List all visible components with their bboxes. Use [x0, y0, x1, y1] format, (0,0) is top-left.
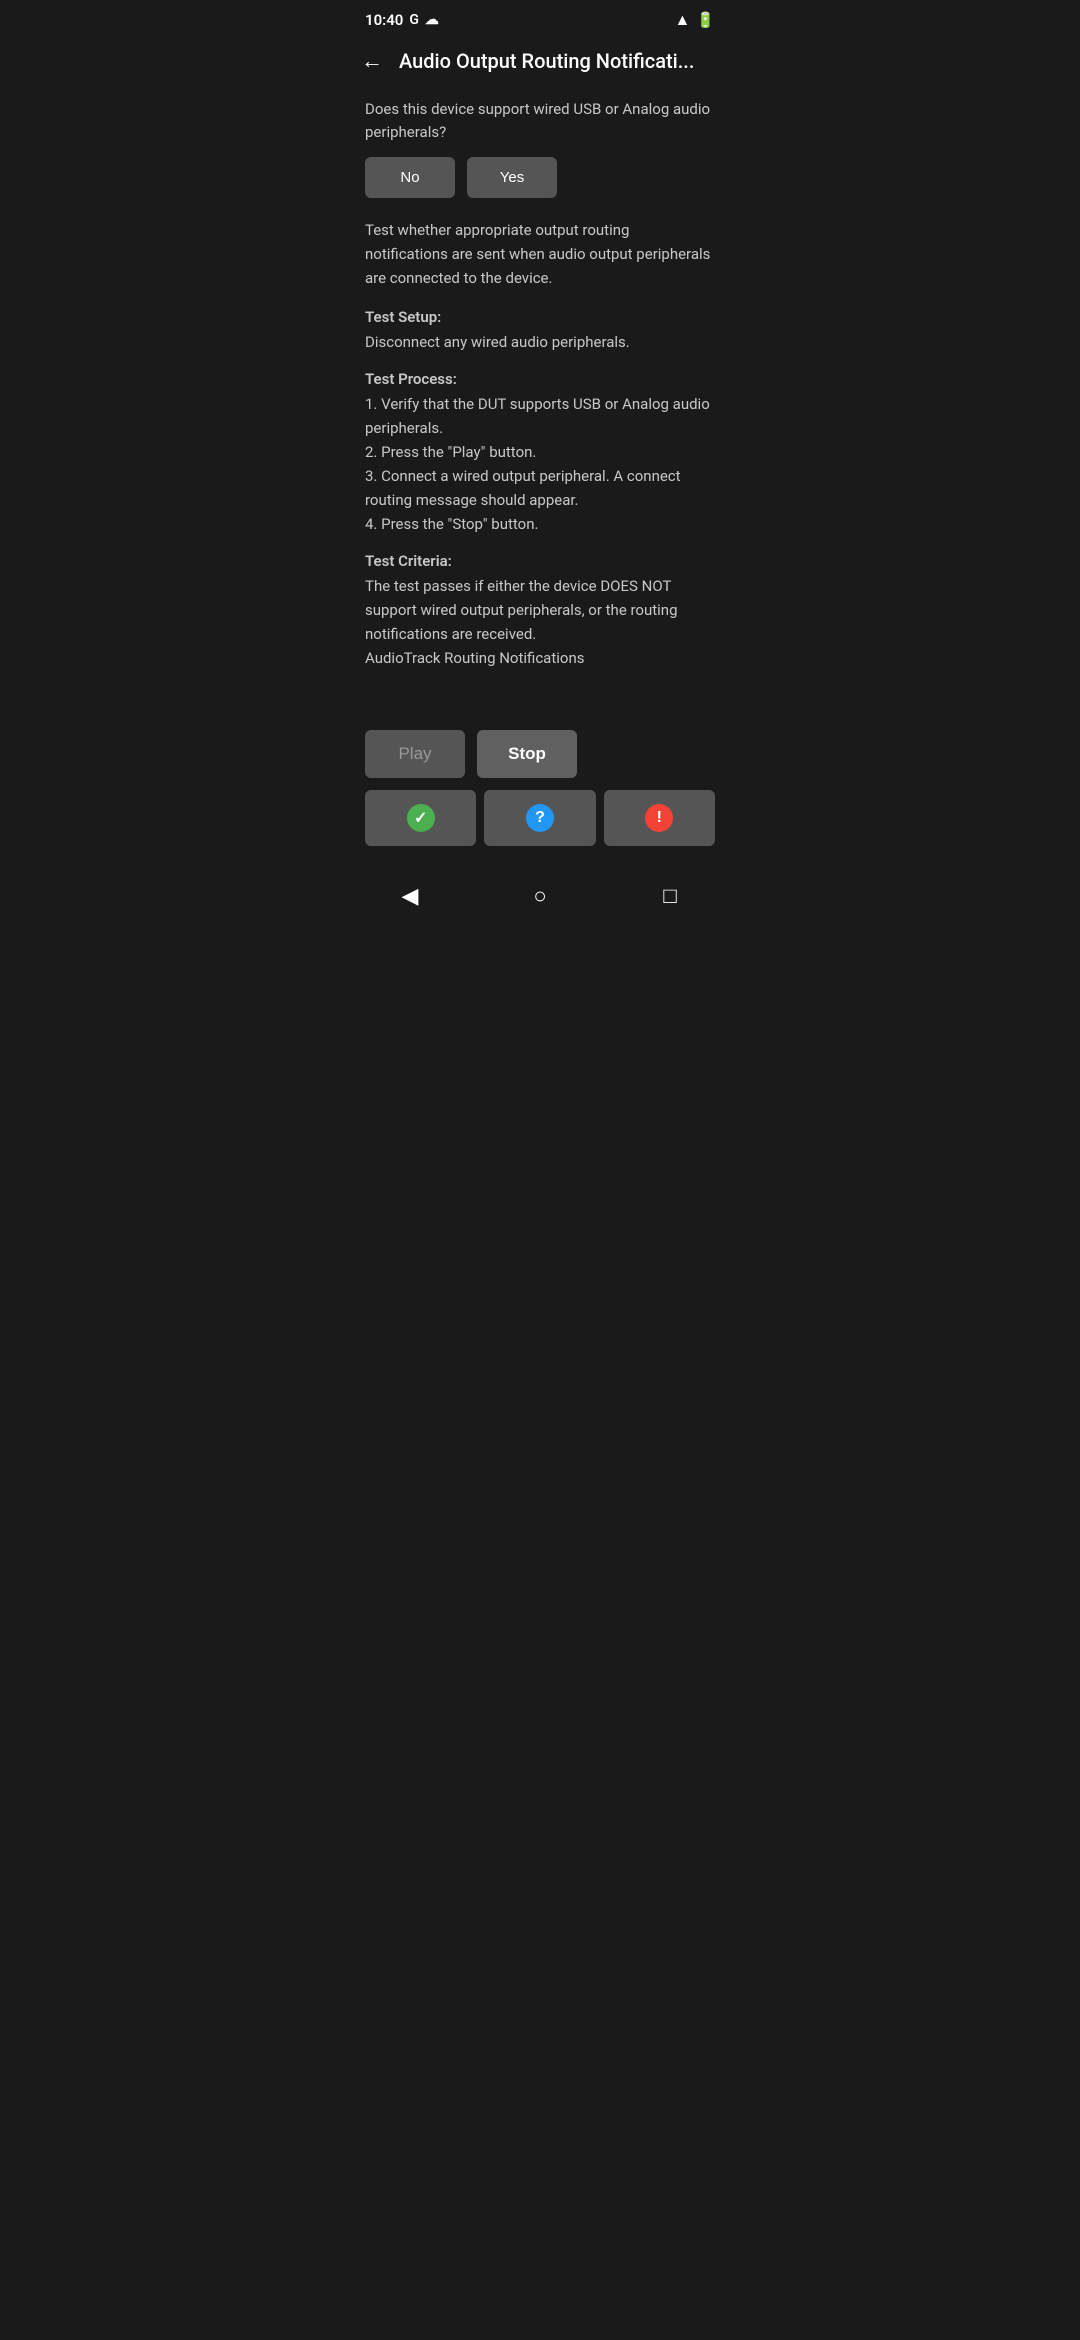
- nav-back-button[interactable]: ◀: [390, 876, 430, 916]
- description-text: Test whether appropriate output routing …: [365, 218, 715, 290]
- battery-icon: 🔋: [696, 11, 715, 29]
- no-button[interactable]: No: [365, 157, 455, 198]
- action-buttons: Play Stop: [345, 730, 735, 778]
- nav-home-button[interactable]: ○: [520, 876, 560, 916]
- status-bar-left: 10:40 G ☁: [365, 11, 439, 29]
- status-bar-right: ▲ 🔋: [674, 10, 715, 30]
- test-process-content: 1. Verify that the DUT supports USB or A…: [365, 392, 715, 536]
- result-buttons: ✓ ? !: [345, 790, 735, 846]
- test-process-title: Test Process:: [365, 370, 715, 388]
- nav-recent-button[interactable]: □: [650, 876, 690, 916]
- info-button[interactable]: ?: [484, 790, 595, 846]
- content-area: Does this device support wired USB or An…: [345, 90, 735, 706]
- back-button[interactable]: ←: [361, 48, 383, 74]
- fail-icon: !: [645, 804, 673, 832]
- info-icon: ?: [526, 804, 554, 832]
- test-criteria-title: Test Criteria:: [365, 552, 715, 570]
- fail-button[interactable]: !: [604, 790, 715, 846]
- test-criteria-content: The test passes if either the device DOE…: [365, 574, 715, 670]
- question-text: Does this device support wired USB or An…: [365, 98, 715, 143]
- test-setup-content: Disconnect any wired audio peripherals.: [365, 330, 715, 354]
- yes-button[interactable]: Yes: [467, 157, 557, 198]
- wifi-icon: ▲: [674, 10, 690, 30]
- stop-button[interactable]: Stop: [477, 730, 577, 778]
- cloud-icon: ☁: [425, 12, 439, 28]
- status-bar: 10:40 G ☁ ▲ 🔋: [345, 0, 735, 36]
- pass-button[interactable]: ✓: [365, 790, 476, 846]
- nav-bar: ◀ ○ □: [345, 862, 735, 936]
- network-type-icon: G: [409, 12, 419, 28]
- header: ← Audio Output Routing Notificati...: [345, 36, 735, 90]
- time-display: 10:40: [365, 11, 403, 29]
- play-button[interactable]: Play: [365, 730, 465, 778]
- yes-no-button-row: No Yes: [365, 157, 715, 198]
- test-setup-title: Test Setup:: [365, 308, 715, 326]
- pass-icon: ✓: [407, 804, 435, 832]
- page-title: Audio Output Routing Notificati...: [399, 49, 719, 73]
